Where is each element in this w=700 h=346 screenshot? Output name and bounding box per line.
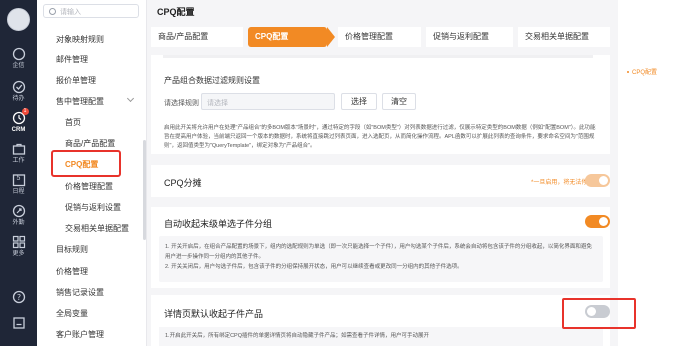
rail-item-crm[interactable]: 1 CRM	[0, 108, 37, 134]
menu-item-product-config[interactable]: 商品/产品配置	[65, 138, 115, 149]
anchor-nav: CPQ配置	[618, 0, 700, 346]
app-rail: 企信 待办 1 CRM 工作 5 日程 外勤 更多 ?	[0, 0, 37, 346]
check-circle-icon	[12, 80, 26, 94]
search-icon	[49, 8, 56, 15]
section-title: CPQ分摊	[164, 178, 202, 188]
highlight-box	[51, 150, 121, 177]
avatar[interactable]	[7, 8, 30, 31]
rail-label: 外勤	[12, 220, 25, 226]
menu-item-home[interactable]: 首页	[65, 117, 81, 128]
calendar-icon: 5	[12, 173, 26, 187]
auto-collapse-toggle[interactable]	[585, 215, 610, 228]
menu-item-mail[interactable]: 邮件管理	[56, 54, 88, 65]
toggle-knob	[599, 217, 608, 226]
rail-label: 更多	[12, 251, 25, 257]
tab-trade-docs[interactable]: 交易相关单据配置	[518, 27, 610, 47]
rail-item-field[interactable]: 外勤	[0, 204, 37, 227]
search-input[interactable]: 请输入	[43, 4, 139, 18]
chat-icon	[12, 47, 26, 61]
menu-item-object-mapping[interactable]: 对象映射规则	[56, 34, 104, 45]
rail-label: 日程	[12, 189, 25, 195]
section-description: 启用此开关将允许用户在处理"产品组合"的多BOM版本"场景时"，通过特定的字段（…	[164, 125, 596, 149]
rule-select-input[interactable]: 请选择	[201, 93, 335, 110]
clock-icon: 1	[12, 108, 29, 125]
page-title: CPQ配置	[157, 7, 195, 17]
rail-label: 待办	[12, 96, 25, 102]
menu-item-customer-account[interactable]: 客户账户管理	[56, 329, 104, 340]
menu-item-sales-config[interactable]: 售中管理配置	[56, 96, 104, 107]
rail-item-chat[interactable]: 企信	[0, 47, 37, 70]
note-line: 2. 开关关闭后，用户勾选子件后，包含该子件的分组保持展开状态，用户可以继续查看…	[165, 264, 463, 270]
rail-help[interactable]: ?	[0, 290, 37, 305]
cpq-allocation-section: CPQ分摊 *一旦启用，将无法停用	[151, 165, 610, 197]
menu-item-price-mgmt[interactable]: 价格管理	[56, 266, 88, 277]
auto-collapse-section: 自动收起末级单选子件分组 1. 开关开启后，在组合产品配置的场景下，组内的选配规…	[151, 207, 610, 288]
grid-icon	[12, 235, 26, 249]
menu-item-price-config[interactable]: 价格管理配置	[65, 181, 113, 192]
section-note: 1.开启此开关后，所有绑定CPQ插件的单据详情页将自动隐藏子件产品；如需查看子件…	[159, 327, 603, 346]
briefcase-icon	[12, 142, 26, 156]
highlight-box	[562, 298, 636, 329]
rail-item-calendar[interactable]: 5 日程	[0, 173, 37, 196]
rail-label: 工作	[12, 158, 25, 164]
menu-item-promotion[interactable]: 促销与返利设置	[65, 202, 121, 213]
menu-item-sales-records[interactable]: 销售记录设置	[56, 287, 104, 298]
section-title: 产品组合数据过滤规则设置	[164, 76, 260, 85]
tab-bar: 商品/产品配置 CPQ配置 价格管理配置 促销与返利配置 交易相关单据配置	[151, 27, 610, 48]
rail-item-more[interactable]: 更多	[0, 235, 37, 258]
calendar-day: 5	[16, 175, 21, 182]
truncated-text	[163, 55, 593, 58]
clear-button[interactable]: 清空	[382, 93, 416, 110]
tab-product-config[interactable]: 商品/产品配置	[151, 27, 243, 47]
help-icon: ?	[12, 290, 26, 304]
notification-badge: 1	[21, 108, 29, 115]
menu-scrollbar[interactable]	[143, 140, 146, 240]
menu-item-quote[interactable]: 报价单管理	[56, 75, 96, 86]
rule-placeholder: 请选择	[207, 100, 228, 107]
rail-item-work[interactable]: 工作	[0, 142, 37, 165]
note-line: 1. 开关开启后，在组合产品配置的场景下，组内的选配规则为单选（即一次只能选择一…	[165, 244, 592, 260]
settings-icon	[12, 316, 26, 330]
toggle-knob	[599, 176, 608, 185]
tab-promotion[interactable]: 促销与返利配置	[426, 27, 513, 47]
section-title: 详情页默认收起子件产品	[164, 309, 264, 319]
tab-cpq[interactable]: CPQ配置	[248, 27, 335, 47]
rail-label: CRM	[11, 127, 26, 133]
anchor-dot	[627, 71, 629, 73]
search-placeholder: 请输入	[60, 9, 81, 16]
svg-text:?: ?	[16, 293, 20, 302]
rail-settings[interactable]	[0, 316, 37, 331]
tab-price-config[interactable]: 价格管理配置	[338, 27, 421, 47]
detail-collapse-section: 详情页默认收起子件产品 1.开启此开关后，所有绑定CPQ插件的单据详情页将自动隐…	[151, 295, 610, 346]
cpq-allocation-toggle	[585, 174, 610, 187]
rail-label: 企信	[12, 63, 25, 69]
section-note: 1. 开关开启后，在组合产品配置的场景下，组内的选配规则为单选（即一次只能选择一…	[159, 236, 603, 282]
irreversible-hint: *一旦启用，将无法停用	[531, 180, 594, 186]
select-button[interactable]: 选择	[341, 93, 377, 110]
location-icon	[12, 204, 26, 218]
anchor-item-cpq[interactable]: CPQ配置	[632, 67, 657, 76]
section-title: 自动收起末级单选子件分组	[164, 219, 273, 229]
rail-item-todo[interactable]: 待办	[0, 80, 37, 103]
menu-item-target-rules[interactable]: 目标规则	[56, 244, 88, 255]
rule-label: 请选择规则	[164, 100, 199, 107]
filter-rule-section: 产品组合数据过滤规则设置 请选择规则 请选择 选择 清空 启用此开关将允许用户在…	[151, 55, 610, 154]
note-line: 1.开启此开关后，所有绑定CPQ插件的单据详情页将自动隐藏子件产品；如需查看子件…	[165, 333, 430, 339]
menu-item-global-vars[interactable]: 全局变量	[56, 308, 88, 319]
menu-item-trade-docs[interactable]: 交易相关单据配置	[65, 223, 129, 234]
